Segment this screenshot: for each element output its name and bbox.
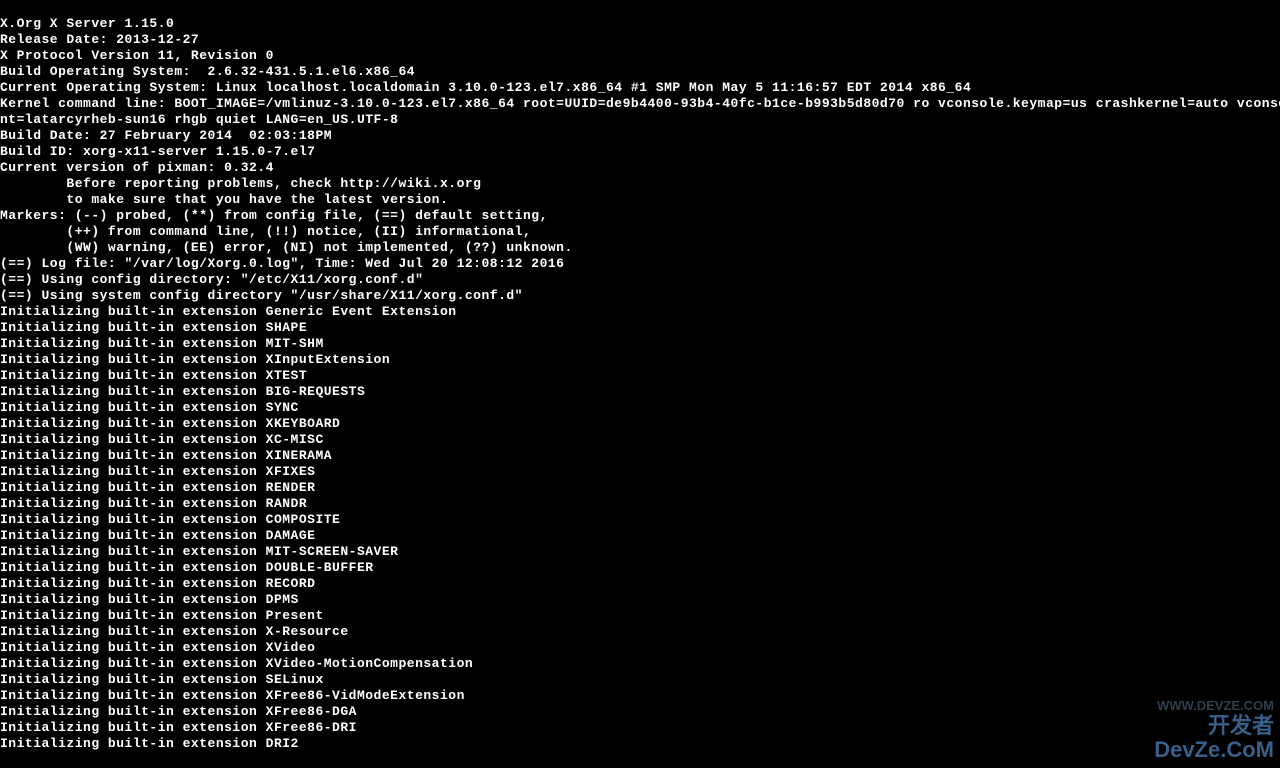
console-output: X.Org X Server 1.15.0Release Date: 2013-…: [0, 16, 1280, 752]
console-line: Initializing built-in extension XKEYBOAR…: [0, 416, 1280, 432]
console-line: Initializing built-in extension SHAPE: [0, 320, 1280, 336]
console-line: Initializing built-in extension RECORD: [0, 576, 1280, 592]
console-line: (==) Log file: "/var/log/Xorg.0.log", Ti…: [0, 256, 1280, 272]
console-line: Initializing built-in extension XFree86-…: [0, 688, 1280, 704]
console-line: Initializing built-in extension XFree86-…: [0, 704, 1280, 720]
console-line: Kernel command line: BOOT_IMAGE=/vmlinuz…: [0, 96, 1280, 112]
console-line: Current Operating System: Linux localhos…: [0, 80, 1280, 96]
console-line: Initializing built-in extension SYNC: [0, 400, 1280, 416]
console-line: Initializing built-in extension DOUBLE-B…: [0, 560, 1280, 576]
console-line: X Protocol Version 11, Revision 0: [0, 48, 1280, 64]
console-line: Initializing built-in extension MIT-SCRE…: [0, 544, 1280, 560]
console-line: Initializing built-in extension XC-MISC: [0, 432, 1280, 448]
console-line: Build Operating System: 2.6.32-431.5.1.e…: [0, 64, 1280, 80]
console-line: Initializing built-in extension MIT-SHM: [0, 336, 1280, 352]
console-line: to make sure that you have the latest ve…: [0, 192, 1280, 208]
console-line: Initializing built-in extension DAMAGE: [0, 528, 1280, 544]
console-line: Initializing built-in extension XFree86-…: [0, 720, 1280, 736]
console-line: Initializing built-in extension DRI2: [0, 736, 1280, 752]
console-line: Initializing built-in extension RANDR: [0, 496, 1280, 512]
console-line: Initializing built-in extension COMPOSIT…: [0, 512, 1280, 528]
console-line: Markers: (--) probed, (**) from config f…: [0, 208, 1280, 224]
console-line: Initializing built-in extension X-Resour…: [0, 624, 1280, 640]
console-line: Initializing built-in extension SELinux: [0, 672, 1280, 688]
watermark-chinese: 开发者: [1154, 714, 1274, 738]
console-line: Initializing built-in extension XTEST: [0, 368, 1280, 384]
console-line: Initializing built-in extension XINERAMA: [0, 448, 1280, 464]
watermark: WWW.DEVZE.COM 开发者 DevZe.CoM: [1154, 699, 1274, 762]
console-line: Initializing built-in extension XInputEx…: [0, 352, 1280, 368]
console-line: Initializing built-in extension Present: [0, 608, 1280, 624]
console-line: Build Date: 27 February 2014 02:03:18PM: [0, 128, 1280, 144]
console-line: Initializing built-in extension Generic …: [0, 304, 1280, 320]
console-line: nt=latarcyrheb-sun16 rhgb quiet LANG=en_…: [0, 112, 1280, 128]
console-line: Before reporting problems, check http://…: [0, 176, 1280, 192]
console-line: Release Date: 2013-12-27: [0, 32, 1280, 48]
console-line: (==) Using config directory: "/etc/X11/x…: [0, 272, 1280, 288]
console-line: Current version of pixman: 0.32.4: [0, 160, 1280, 176]
console-line: X.Org X Server 1.15.0: [0, 16, 1280, 32]
console-line: Build ID: xorg-x11-server 1.15.0-7.el7: [0, 144, 1280, 160]
console-line: Initializing built-in extension XVideo: [0, 640, 1280, 656]
console-line: Initializing built-in extension XVideo-M…: [0, 656, 1280, 672]
console-line: Initializing built-in extension BIG-REQU…: [0, 384, 1280, 400]
console-line: (++) from command line, (!!) notice, (II…: [0, 224, 1280, 240]
watermark-brand: DevZe.CoM: [1154, 738, 1274, 762]
console-line: (WW) warning, (EE) error, (NI) not imple…: [0, 240, 1280, 256]
console-line: Initializing built-in extension RENDER: [0, 480, 1280, 496]
console-line: Initializing built-in extension DPMS: [0, 592, 1280, 608]
console-line: Initializing built-in extension XFIXES: [0, 464, 1280, 480]
watermark-url: WWW.DEVZE.COM: [1154, 699, 1274, 713]
console-line: (==) Using system config directory "/usr…: [0, 288, 1280, 304]
